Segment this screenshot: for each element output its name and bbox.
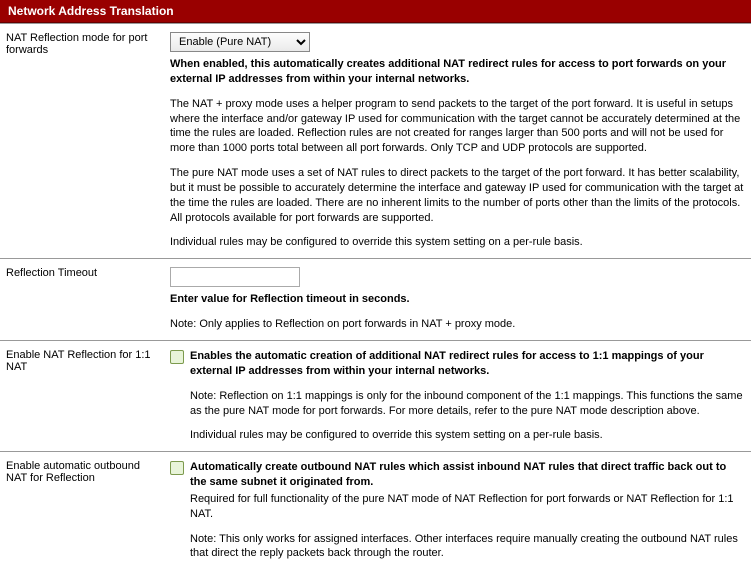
label-nat-reflection-mode: NAT Reflection mode for port forwards (6, 32, 166, 250)
label-enable-nat-reflection-1to1: Enable NAT Reflection for 1:1 NAT (6, 349, 166, 443)
row-reflection-timeout: Reflection Timeout Enter value for Refle… (0, 258, 751, 340)
nat-reflection-mode-desc-1: When enabled, this automatically creates… (170, 57, 745, 87)
nat-reflection-mode-select[interactable]: Enable (Pure NAT) (170, 32, 310, 52)
enable-auto-outbound-nat-desc-3: Note: This only works for assigned inter… (190, 532, 745, 562)
nat-reflection-mode-desc-4: Individual rules may be configured to ov… (170, 235, 745, 250)
nat-reflection-mode-desc-3: The pure NAT mode uses a set of NAT rule… (170, 166, 745, 225)
row-enable-nat-reflection-1to1: Enable NAT Reflection for 1:1 NAT Enable… (0, 340, 751, 451)
label-enable-auto-outbound-nat: Enable automatic outbound NAT for Reflec… (6, 460, 166, 561)
row-nat-reflection-mode: NAT Reflection mode for port forwards En… (0, 23, 751, 258)
enable-nat-reflection-1to1-desc-2: Note: Reflection on 1:1 mappings is only… (190, 389, 745, 419)
content-enable-auto-outbound-nat: Automatically create outbound NAT rules … (166, 460, 745, 561)
enable-nat-reflection-1to1-checkbox[interactable] (170, 350, 184, 364)
enable-nat-reflection-1to1-desc-3: Individual rules may be configured to ov… (190, 428, 745, 443)
reflection-timeout-desc-1: Enter value for Reflection timeout in se… (170, 292, 745, 307)
reflection-timeout-desc-2: Note: Only applies to Reflection on port… (170, 317, 745, 332)
content-reflection-timeout: Enter value for Reflection timeout in se… (166, 267, 745, 332)
label-reflection-timeout: Reflection Timeout (6, 267, 166, 332)
enable-auto-outbound-nat-checkbox[interactable] (170, 461, 184, 475)
section-title: Network Address Translation (8, 4, 174, 18)
section-header: Network Address Translation (0, 0, 751, 23)
enable-nat-reflection-1to1-desc-1: Enables the automatic creation of additi… (190, 350, 704, 377)
enable-auto-outbound-nat-desc-2: Required for full functionality of the p… (190, 492, 745, 522)
nat-reflection-mode-desc-2: The NAT + proxy mode uses a helper progr… (170, 97, 745, 156)
content-nat-reflection-mode: Enable (Pure NAT) When enabled, this aut… (166, 32, 745, 250)
enable-auto-outbound-nat-desc-1: Automatically create outbound NAT rules … (190, 461, 726, 488)
row-enable-auto-outbound-nat: Enable automatic outbound NAT for Reflec… (0, 451, 751, 569)
content-enable-nat-reflection-1to1: Enables the automatic creation of additi… (166, 349, 745, 443)
reflection-timeout-input[interactable] (170, 267, 300, 287)
